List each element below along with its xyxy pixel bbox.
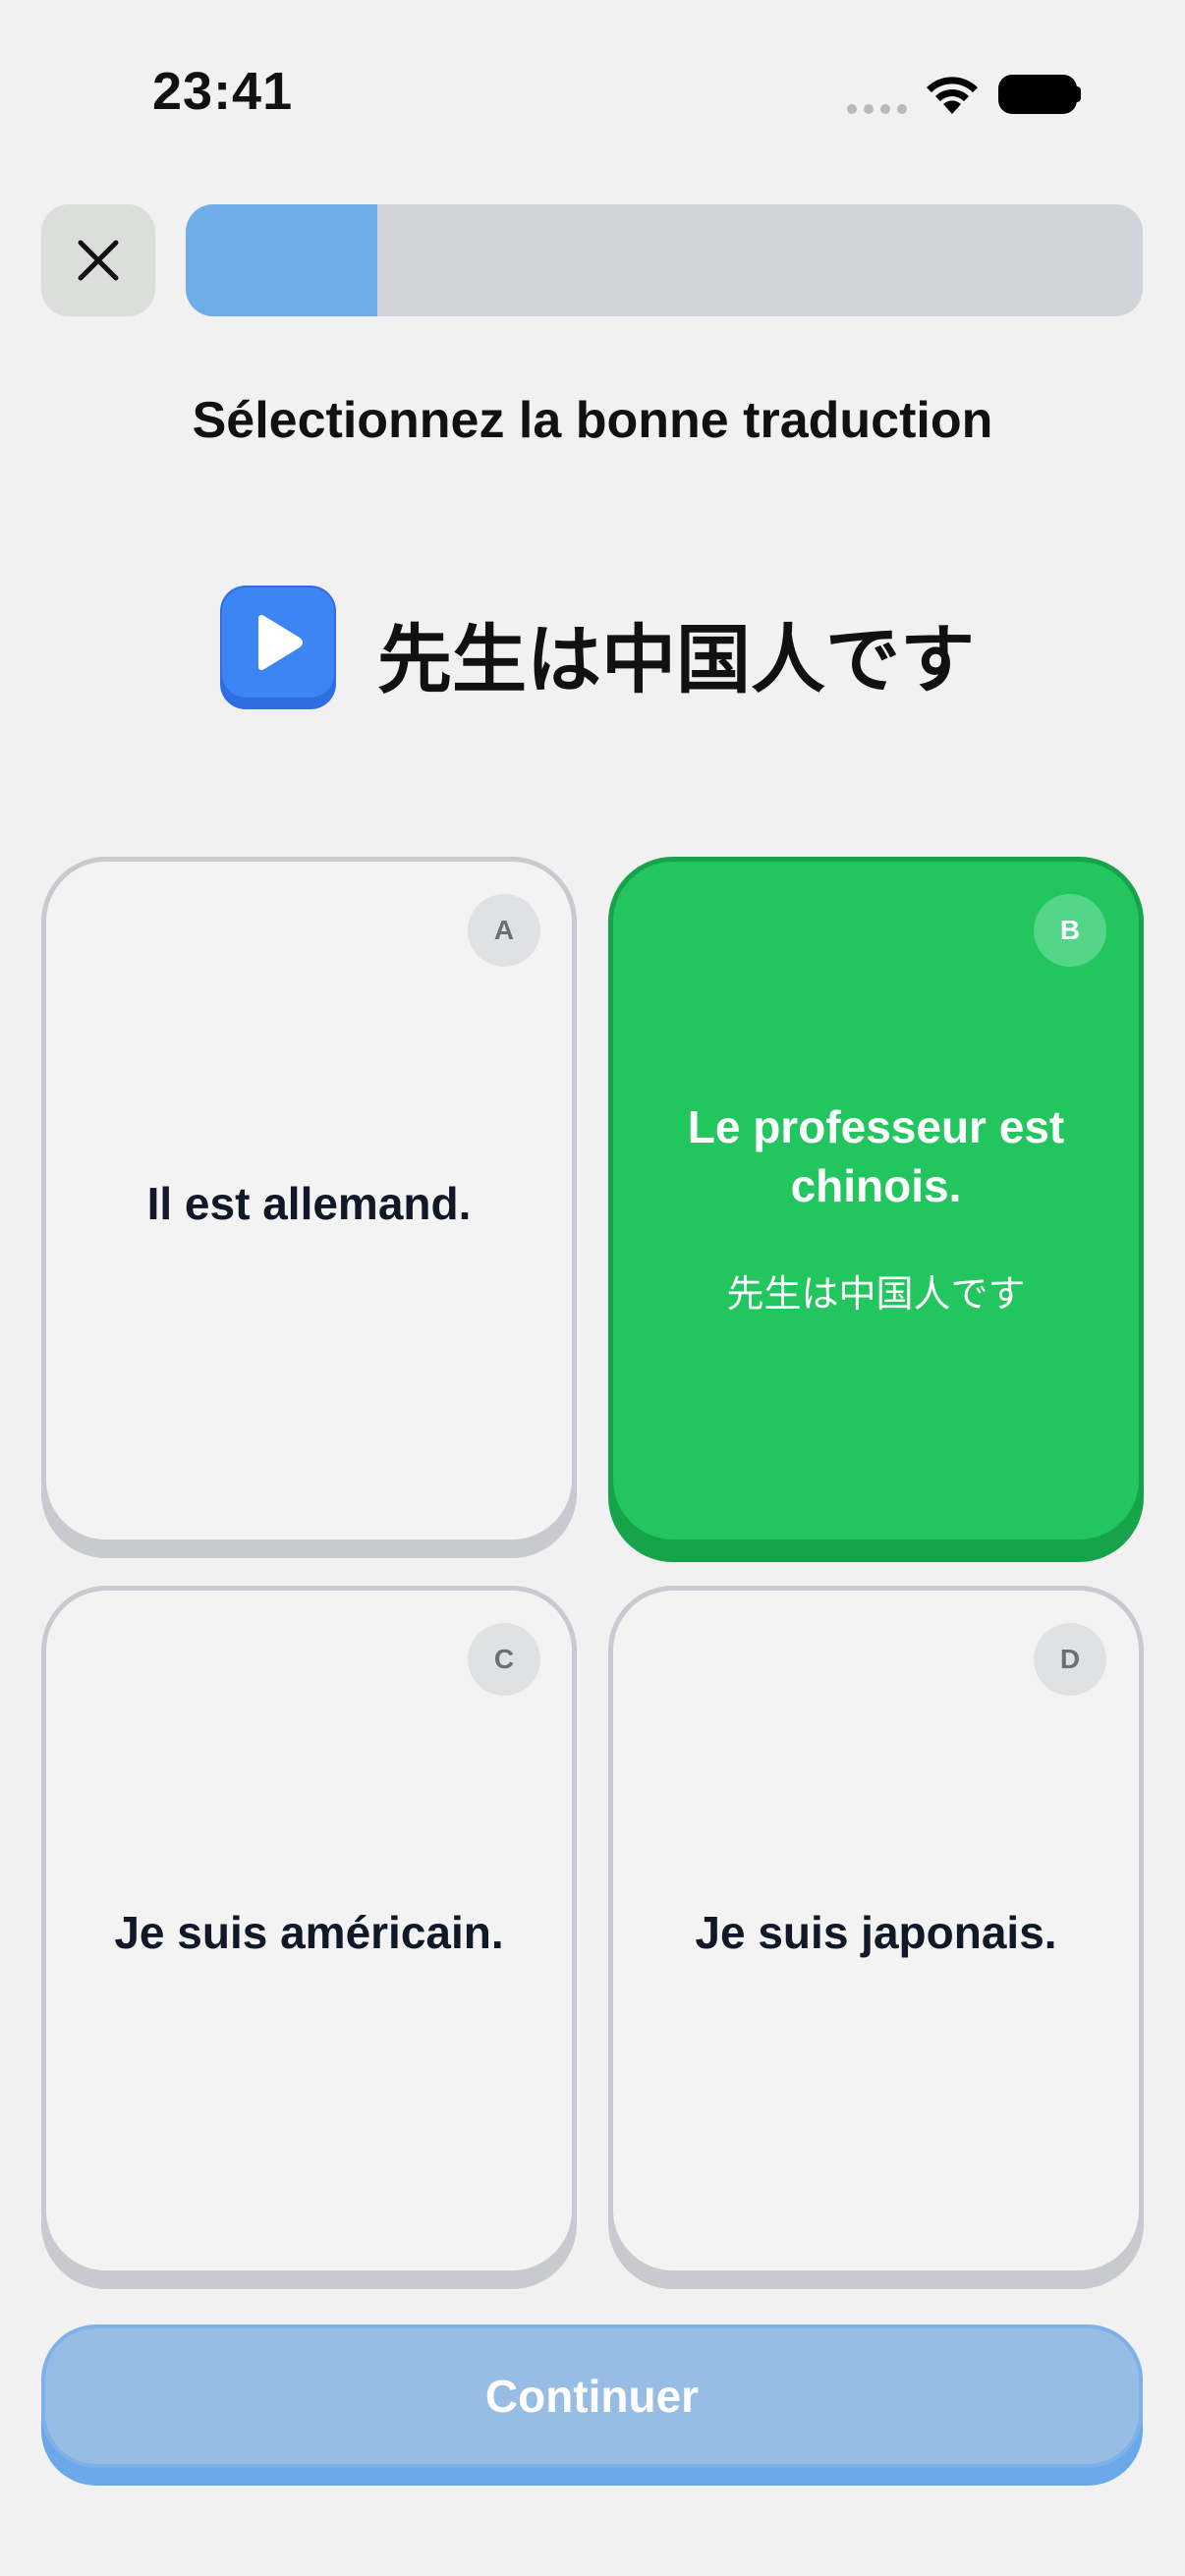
option-b-sublabel: 先生は中国人です [726, 1272, 1026, 1316]
lesson-progress-bar [186, 204, 1143, 316]
play-audio-button-face[interactable] [222, 588, 334, 698]
cellular-signal-icon [847, 104, 907, 114]
option-a-label: Il est allemand. [146, 1178, 472, 1229]
wifi-icon [922, 69, 983, 123]
option-c-label: Je suis américain. [114, 1907, 504, 1958]
status-time: 23:41 [152, 62, 294, 121]
option-d-badge: D [1034, 1623, 1106, 1696]
continue-button[interactable]: Continuer [41, 2324, 1143, 2468]
option-c-badge: C [468, 1623, 540, 1696]
play-icon [258, 615, 303, 670]
close-icon [78, 240, 119, 281]
battery-tip [1075, 86, 1081, 102]
battery-icon [998, 75, 1077, 114]
option-a-badge: A [468, 894, 540, 967]
option-b-badge: B [1034, 894, 1106, 967]
prompt-text: 先生は中国人です [377, 616, 975, 703]
option-b-label: Le professeur est chinois. [687, 1101, 1065, 1211]
lesson-progress-fill [186, 204, 377, 316]
option-d-label: Je suis japonais. [695, 1907, 1057, 1958]
continue-label: Continuer [484, 2371, 700, 2422]
instruction-title: Sélectionnez la bonne traduction [192, 392, 993, 449]
close-button[interactable] [41, 204, 155, 316]
